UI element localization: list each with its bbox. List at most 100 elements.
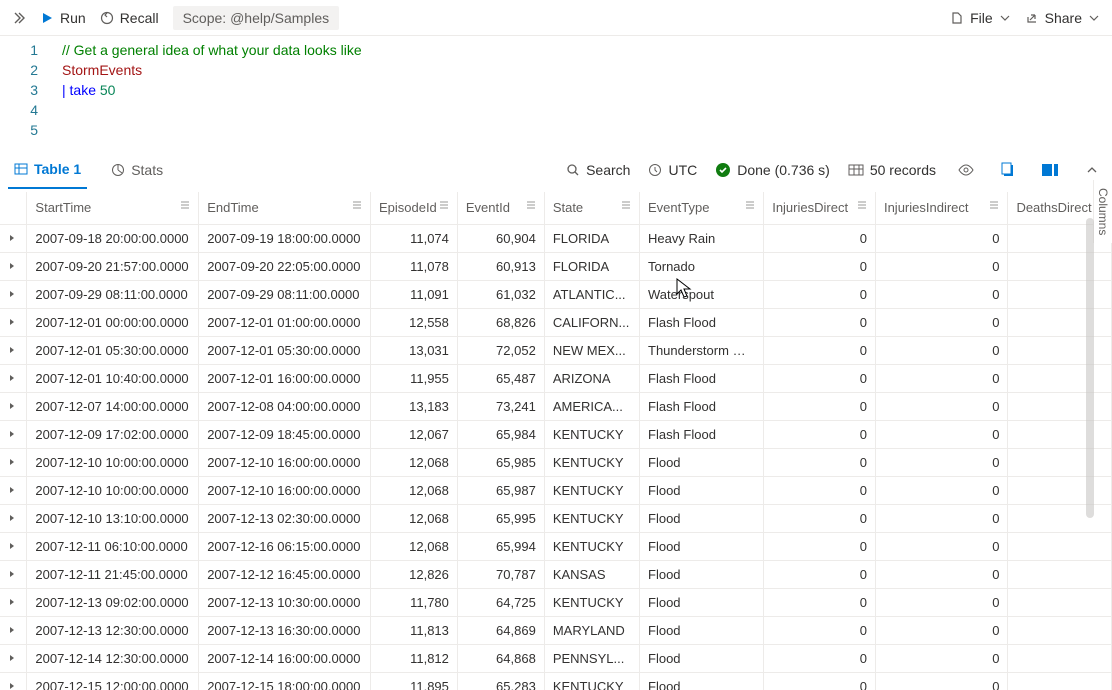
recall-button[interactable]: Recall <box>100 10 159 26</box>
column-menu-icon[interactable] <box>526 200 536 210</box>
code-line[interactable]: StormEvents <box>62 60 1112 80</box>
table-cell: 0 <box>875 364 1007 392</box>
column-header[interactable]: EventId <box>457 192 544 224</box>
layout-button[interactable] <box>1038 164 1062 176</box>
expand-row-button[interactable] <box>0 672 27 690</box>
expand-row-button[interactable] <box>0 504 27 532</box>
expand-row-button[interactable] <box>0 448 27 476</box>
column-menu-icon[interactable] <box>439 200 449 210</box>
column-header[interactable]: InjuriesIndirect <box>875 192 1007 224</box>
table-cell <box>1008 532 1112 560</box>
table-row[interactable]: 2007-12-01 00:00:00.00002007-12-01 01:00… <box>0 308 1112 336</box>
table-cell: 0 <box>875 280 1007 308</box>
query-editor[interactable]: 12345 // Get a general idea of what your… <box>0 36 1112 144</box>
table-row[interactable]: 2007-12-13 09:02:00.00002007-12-13 10:30… <box>0 588 1112 616</box>
table-cell: 2007-12-14 12:30:00.0000 <box>27 644 199 672</box>
expand-row-button[interactable] <box>0 560 27 588</box>
column-header[interactable]: EndTime <box>199 192 371 224</box>
table-cell: KENTUCKY <box>544 448 639 476</box>
table-row[interactable]: 2007-12-10 10:00:00.00002007-12-10 16:00… <box>0 476 1112 504</box>
expand-row-button[interactable] <box>0 224 27 252</box>
expand-row-button[interactable] <box>0 308 27 336</box>
column-header-label: InjuriesDirect <box>772 200 848 215</box>
expand-row-button[interactable] <box>0 252 27 280</box>
expand-row-button[interactable] <box>0 476 27 504</box>
table-cell: 0 <box>764 504 876 532</box>
line-number: 5 <box>0 120 38 140</box>
expand-row-button[interactable] <box>0 532 27 560</box>
results-table[interactable]: StartTimeEndTimeEpisodeIdEventIdState Eve… <box>0 192 1112 690</box>
code-line[interactable]: // Get a general idea of what your data … <box>62 40 1112 60</box>
expand-row-button[interactable] <box>0 588 27 616</box>
table-row[interactable]: 2007-12-14 12:30:00.00002007-12-14 16:00… <box>0 644 1112 672</box>
code-line[interactable]: | take 50 <box>62 80 1112 100</box>
table-row[interactable]: 2007-09-29 08:11:00.00002007-09-29 08:11… <box>0 280 1112 308</box>
vertical-scrollbar[interactable] <box>1086 218 1094 518</box>
table-cell: AMERICA... <box>544 392 639 420</box>
hide-empty-button[interactable] <box>954 163 978 177</box>
table-cell: Flood <box>640 616 764 644</box>
expand-row-button[interactable] <box>0 392 27 420</box>
table-cell: Thunderstorm Wind <box>640 336 764 364</box>
code-line[interactable] <box>62 100 1112 120</box>
file-menu[interactable]: File <box>950 10 1011 26</box>
table-cell: 0 <box>875 308 1007 336</box>
table-cell <box>1008 616 1112 644</box>
column-header[interactable]: EpisodeId <box>370 192 457 224</box>
column-menu-icon[interactable] <box>180 200 190 210</box>
table-row[interactable]: 2007-09-20 21:57:00.00002007-09-20 22:05… <box>0 252 1112 280</box>
expand-row-button[interactable] <box>0 644 27 672</box>
code-line[interactable] <box>62 120 1112 140</box>
columns-panel-tab[interactable]: Columns <box>1093 180 1112 243</box>
table-cell: 2007-12-13 12:30:00.0000 <box>27 616 199 644</box>
copy-button[interactable] <box>996 162 1020 178</box>
table-cell: 13,183 <box>370 392 457 420</box>
column-menu-icon[interactable] <box>989 200 999 210</box>
table-row[interactable]: 2007-12-10 10:00:00.00002007-12-10 16:00… <box>0 448 1112 476</box>
table-cell: 12,068 <box>370 476 457 504</box>
table-row[interactable]: 2007-12-01 05:30:00.00002007-12-01 05:30… <box>0 336 1112 364</box>
search-button[interactable]: Search <box>566 162 630 178</box>
table-cell: 13,031 <box>370 336 457 364</box>
run-button[interactable]: Run <box>40 10 86 26</box>
column-menu-icon[interactable] <box>745 200 755 210</box>
column-header[interactable]: EventType <box>640 192 764 224</box>
search-label: Search <box>586 162 630 178</box>
table-row[interactable]: 2007-12-15 12:00:00.00002007-12-15 18:00… <box>0 672 1112 690</box>
expand-row-button[interactable] <box>0 420 27 448</box>
scope-selector[interactable]: Scope: @help/Samples <box>173 6 340 30</box>
column-header-label: EventType <box>648 200 709 215</box>
column-header[interactable]: StartTime <box>27 192 199 224</box>
table-cell: 2007-12-16 06:15:00.0000 <box>199 532 371 560</box>
expand-row-button[interactable] <box>0 364 27 392</box>
table-cell: Flood <box>640 644 764 672</box>
expand-row-button[interactable] <box>0 336 27 364</box>
table-cell: Flood <box>640 672 764 690</box>
collapse-results-button[interactable] <box>1080 164 1104 176</box>
table-row[interactable]: 2007-12-13 12:30:00.00002007-12-13 16:30… <box>0 616 1112 644</box>
share-menu[interactable]: Share <box>1025 10 1100 26</box>
column-header[interactable]: State <box>544 192 639 224</box>
table-cell: 0 <box>764 476 876 504</box>
expand-panel-button[interactable] <box>12 11 26 25</box>
column-menu-icon[interactable] <box>352 200 362 210</box>
table-row[interactable]: 2007-12-07 14:00:00.00002007-12-08 04:00… <box>0 392 1112 420</box>
expand-row-button[interactable] <box>0 616 27 644</box>
tab-stats[interactable]: Stats <box>105 152 169 188</box>
column-menu-icon[interactable] <box>857 200 867 210</box>
column-header[interactable]: InjuriesDirect <box>764 192 876 224</box>
table-cell: 2007-12-10 16:00:00.0000 <box>199 476 371 504</box>
table-row[interactable]: 2007-12-01 10:40:00.00002007-12-01 16:00… <box>0 364 1112 392</box>
table-cell: Flood <box>640 532 764 560</box>
tab-table[interactable]: Table 1 <box>8 151 87 189</box>
table-cell: 0 <box>764 364 876 392</box>
table-row[interactable]: 2007-12-11 21:45:00.00002007-12-12 16:45… <box>0 560 1112 588</box>
table-row[interactable]: 2007-12-09 17:02:00.00002007-12-09 18:45… <box>0 420 1112 448</box>
timezone-button[interactable]: UTC <box>648 162 697 178</box>
table-row[interactable]: 2007-12-10 13:10:00.00002007-12-13 02:30… <box>0 504 1112 532</box>
column-menu-icon[interactable] <box>621 200 631 210</box>
table-cell: 11,078 <box>370 252 457 280</box>
table-row[interactable]: 2007-12-11 06:10:00.00002007-12-16 06:15… <box>0 532 1112 560</box>
expand-row-button[interactable] <box>0 280 27 308</box>
table-row[interactable]: 2007-09-18 20:00:00.00002007-09-19 18:00… <box>0 224 1112 252</box>
